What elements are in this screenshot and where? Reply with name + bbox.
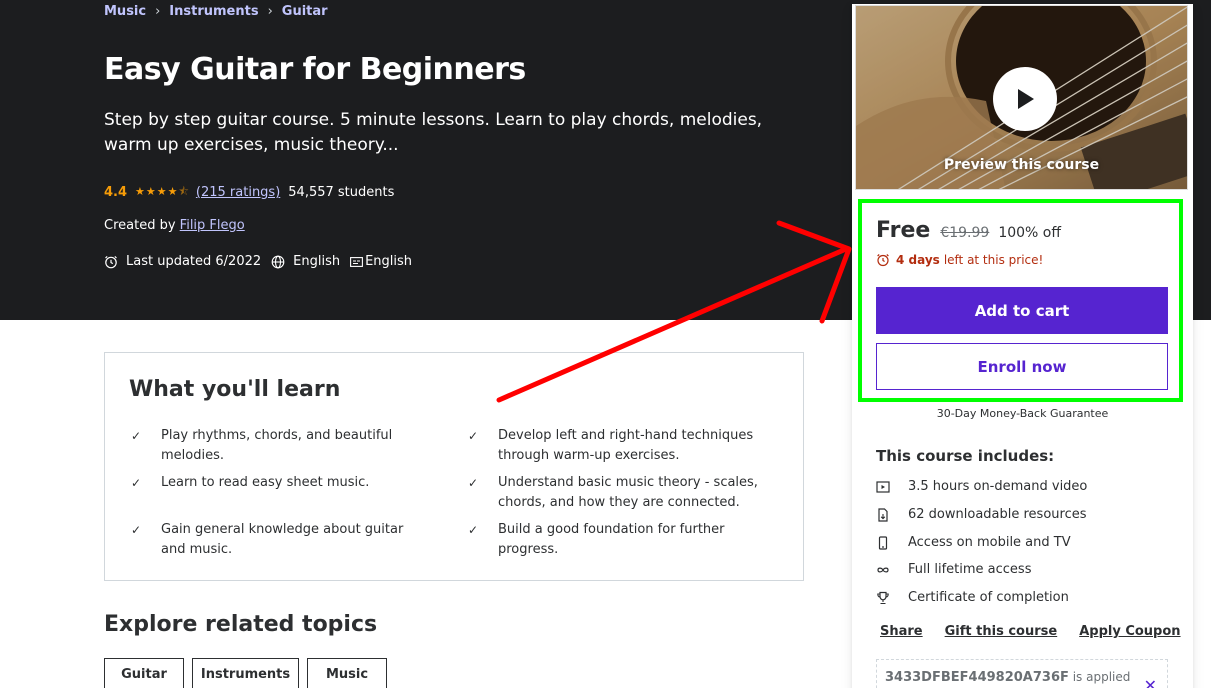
learn-item: ✓ Gain general knowledge about guitar an… (129, 520, 429, 560)
learn-item-text: Play rhythms, chords, and beautiful melo… (161, 428, 393, 463)
what-youll-learn-box: What you'll learn ✓ Play rhythms, chords… (104, 352, 804, 581)
play-button[interactable] (993, 67, 1057, 131)
course-language: English (293, 254, 341, 269)
infinity-icon (876, 563, 908, 577)
course-subtitle: Step by step guitar course. 5 minute les… (104, 110, 763, 155)
remove-coupon-icon[interactable]: ✕ (1144, 678, 1157, 688)
download-file-icon (876, 507, 908, 522)
learn-item-text: Gain general knowledge about guitar and … (161, 522, 404, 557)
learn-item-text: Develop left and right-hand techniques t… (498, 428, 754, 463)
gift-course-link[interactable]: Gift this course (945, 624, 1058, 639)
ratings-count-link[interactable]: (215 ratings) (196, 185, 280, 200)
highlight-box (858, 199, 1183, 402)
breadcrumb: Music › Instruments › Guitar (104, 4, 328, 19)
video-icon (876, 480, 908, 494)
topic-music[interactable]: Music (307, 658, 387, 688)
include-item-label: Access on mobile and TV (908, 535, 1071, 550)
trophy-icon (876, 591, 908, 605)
include-item-label: 3.5 hours on-demand video (908, 479, 1088, 494)
students-count: 54,557 students (288, 185, 395, 200)
course-meta: Last updated 6/2022 English English (104, 254, 412, 269)
author-link[interactable]: Filip Flego (180, 218, 245, 233)
breadcrumb-instruments[interactable]: Instruments (169, 4, 258, 19)
include-item: 3.5 hours on-demand video (876, 479, 1087, 494)
money-back-guarantee: 30-Day Money-Back Guarantee (936, 407, 1109, 420)
check-icon: ✓ (131, 476, 142, 490)
breadcrumb-guitar[interactable]: Guitar (282, 4, 328, 19)
breadcrumb-music[interactable]: Music (104, 4, 146, 19)
check-icon: ✓ (131, 523, 142, 537)
rating-score: 4.4 (104, 185, 128, 200)
include-item: Access on mobile and TV (876, 535, 1071, 550)
apply-coupon-link[interactable]: Apply Coupon (1079, 624, 1180, 639)
check-icon: ✓ (468, 429, 479, 443)
explore-title: Explore related topics (104, 612, 378, 637)
created-by-label: Created by (104, 218, 176, 233)
mobile-icon (876, 535, 908, 550)
coupon-status: is applied (1072, 670, 1131, 684)
learn-item-text: Understand basic music theory - scales, … (498, 475, 758, 510)
applied-coupon: 3433DFBEF449820A736F is applied ✕ (876, 659, 1168, 688)
topic-guitar[interactable]: Guitar (104, 658, 184, 688)
chevron-right-icon: › (155, 4, 161, 19)
include-item-label: Certificate of completion (908, 590, 1069, 605)
created-by: Created by Filip Flego (104, 218, 245, 233)
course-preview[interactable]: Preview this course (855, 5, 1188, 190)
captions-icon (350, 256, 364, 268)
include-item-label: 62 downloadable resources (908, 507, 1087, 522)
check-icon: ✓ (468, 476, 479, 490)
learn-item-text: Build a good foundation for further prog… (498, 522, 725, 557)
check-icon: ✓ (468, 523, 479, 537)
preview-label: Preview this course (943, 157, 1100, 173)
learn-item: ✓ Develop left and right-hand techniques… (466, 426, 766, 466)
learn-item: ✓ Understand basic music theory - scales… (466, 473, 766, 513)
learn-item: ✓ Play rhythms, chords, and beautiful me… (129, 426, 429, 466)
rating-row: 4.4 ★★★★⯪ (215 ratings) 54,557 students (104, 183, 394, 202)
include-item: 62 downloadable resources (876, 507, 1087, 522)
include-item-label: Full lifetime access (908, 562, 1032, 577)
star-rating-icon: ★★★★⯪ (135, 185, 190, 198)
includes-title: This course includes: (876, 447, 1055, 465)
learn-item: ✓ Learn to read easy sheet music. (129, 473, 429, 493)
learn-item-text: Learn to read easy sheet music. (161, 475, 370, 490)
course-captions: English (365, 254, 413, 269)
include-item: Full lifetime access (876, 562, 1031, 577)
learn-item: ✓ Build a good foundation for further pr… (466, 520, 766, 560)
chevron-right-icon: › (267, 4, 273, 19)
check-icon: ✓ (131, 429, 142, 443)
sidebar-links: Share Gift this course Apply Coupon (880, 624, 1181, 639)
share-link[interactable]: Share (880, 624, 923, 639)
play-icon (1018, 89, 1034, 109)
include-item: Certificate of completion (876, 590, 1069, 605)
learn-title: What you'll learn (129, 377, 341, 402)
last-updated: Last updated 6/2022 (126, 254, 262, 269)
topic-instruments[interactable]: Instruments (192, 658, 299, 688)
alarm-clock-icon (104, 255, 118, 269)
course-title: Easy Guitar for Beginners (104, 52, 526, 87)
globe-icon (271, 255, 285, 269)
coupon-code: 3433DFBEF449820A736F (885, 670, 1069, 685)
